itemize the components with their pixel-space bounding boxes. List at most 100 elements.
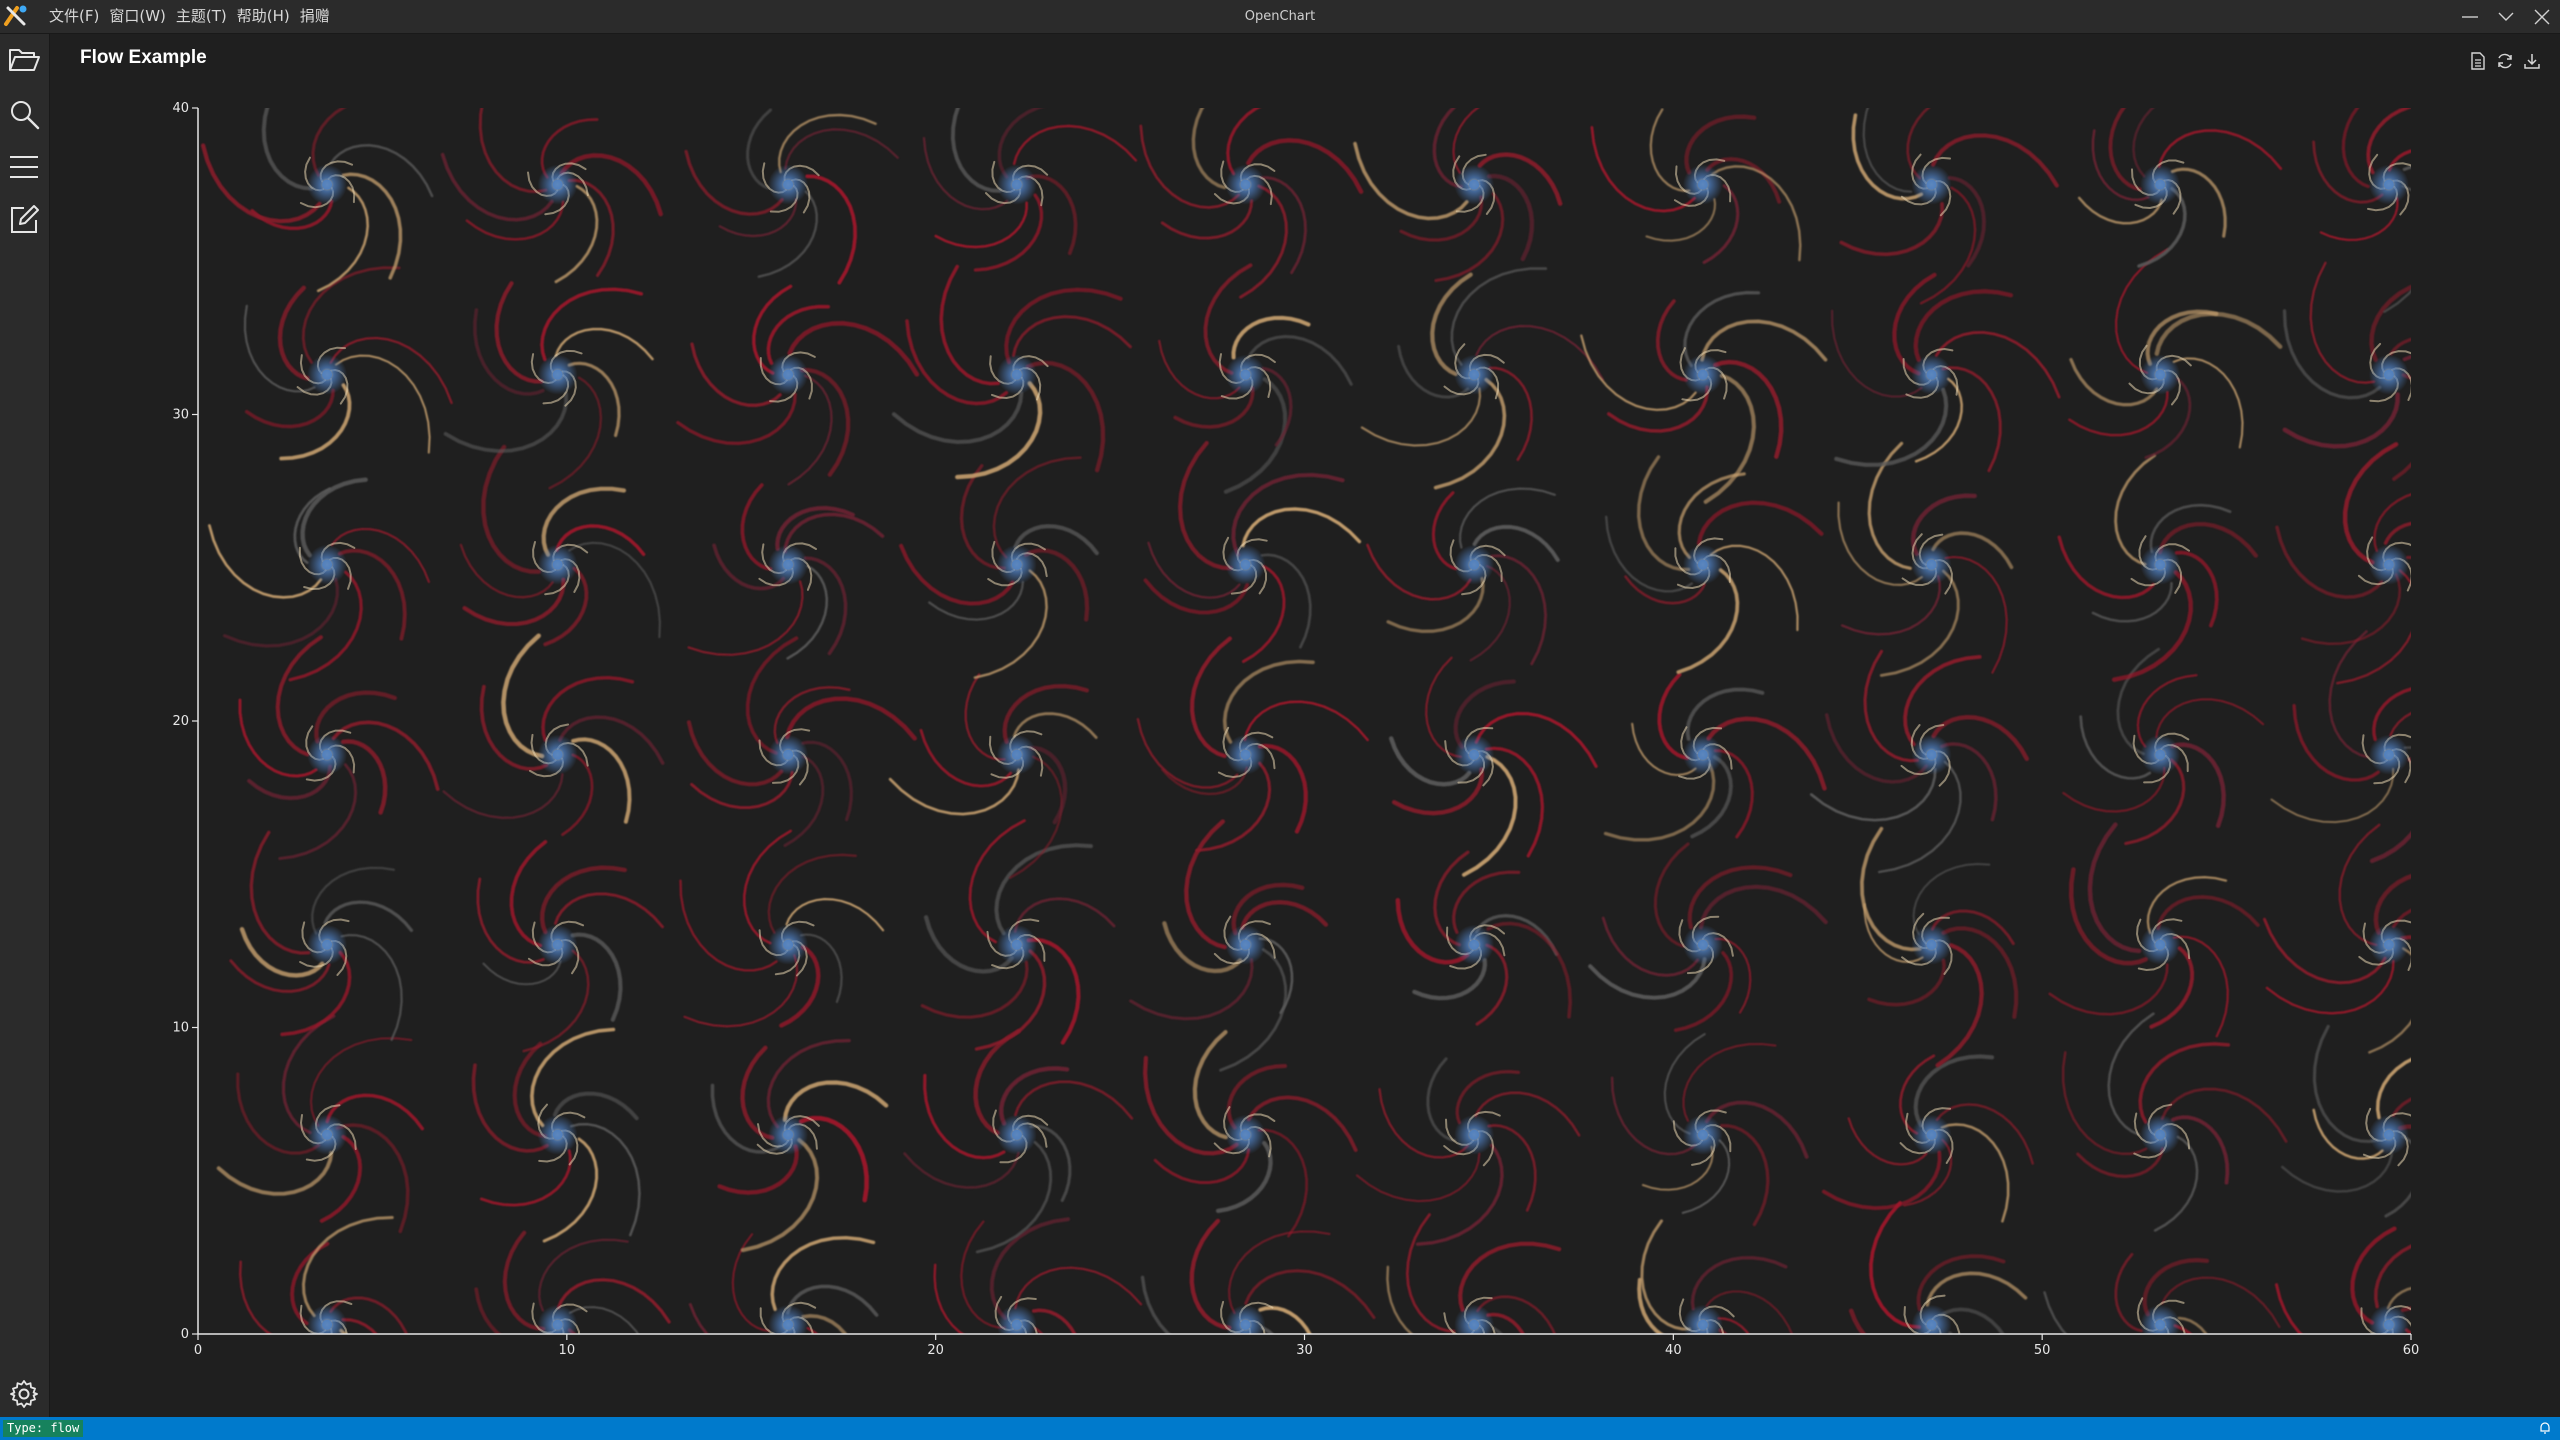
vortex-center bbox=[552, 749, 563, 760]
vortex-center bbox=[1697, 369, 1708, 380]
streamline bbox=[1147, 1337, 1253, 1400]
flow-chart[interactable]: 0 10 20 30 40 50 60 0 10 20 30 40 bbox=[50, 34, 2560, 1417]
download-icon bbox=[2523, 53, 2540, 69]
streamline bbox=[1399, 1340, 1476, 1364]
app-logo-icon bbox=[4, 5, 27, 26]
x-tick-label: 50 bbox=[2034, 1343, 2051, 1358]
settings-button[interactable] bbox=[4, 1374, 44, 1414]
window-controls bbox=[2452, 0, 2560, 33]
sidebar-item-open-folder[interactable] bbox=[4, 40, 44, 80]
title-bar: 文件(F) 窗口(W) 主题(T) 帮助(H) 捐赠 OpenChart bbox=[0, 0, 2560, 34]
view-data-button[interactable] bbox=[2467, 50, 2488, 71]
vortex-center bbox=[1240, 939, 1251, 950]
vortex-center bbox=[2383, 1319, 2394, 1330]
window-title: OpenChart bbox=[1244, 9, 1316, 24]
vortex-center bbox=[1240, 1129, 1251, 1140]
vortex-center bbox=[1697, 1319, 1708, 1330]
vortex-center bbox=[1926, 939, 1937, 950]
vortex-center bbox=[2155, 559, 2166, 570]
vortex-center bbox=[2383, 939, 2394, 950]
menu-file[interactable]: 文件(F) bbox=[44, 0, 104, 33]
y-tick-label: 0 bbox=[181, 1327, 189, 1342]
vortex-center bbox=[552, 559, 563, 570]
refresh-button[interactable] bbox=[2494, 50, 2515, 71]
vortex-center bbox=[1240, 179, 1251, 190]
gear-icon bbox=[10, 1380, 38, 1408]
vortex-center bbox=[1697, 559, 1708, 570]
chart-toolbar bbox=[2467, 50, 2542, 71]
vortex-center bbox=[1011, 369, 1022, 380]
vortex-center bbox=[783, 939, 794, 950]
maximize-button[interactable] bbox=[2488, 0, 2524, 33]
menu-window[interactable]: 窗口(W) bbox=[104, 0, 171, 33]
vortex-center bbox=[552, 1129, 563, 1140]
x-tick-label: 30 bbox=[1296, 1343, 1313, 1358]
menu-icon bbox=[10, 156, 38, 178]
streamline bbox=[2403, 746, 2411, 749]
vortex-center bbox=[1011, 1319, 1022, 1330]
sidebar-item-search[interactable] bbox=[4, 94, 44, 134]
y-tick-label: 10 bbox=[172, 1021, 189, 1036]
vortex-center bbox=[783, 1319, 794, 1330]
vortex-center bbox=[1469, 1319, 1480, 1330]
vortex-center bbox=[322, 179, 333, 190]
vortex-center bbox=[1469, 369, 1480, 380]
vortex-center bbox=[322, 369, 333, 380]
vortex-center bbox=[2155, 369, 2166, 380]
document-icon bbox=[2470, 51, 2485, 70]
streamline bbox=[1718, 1328, 1728, 1334]
streamline bbox=[2406, 555, 2411, 560]
menu-donate[interactable]: 捐赠 bbox=[295, 0, 335, 33]
minimize-button[interactable] bbox=[2452, 0, 2488, 33]
vortex-center bbox=[1926, 1319, 1937, 1330]
streamline bbox=[688, 1345, 794, 1383]
streamline bbox=[1260, 1325, 1275, 1334]
streamline bbox=[339, 1328, 348, 1334]
vortex-center bbox=[1926, 369, 1937, 380]
streamline bbox=[2173, 1324, 2193, 1334]
refresh-icon bbox=[2497, 53, 2512, 68]
menu-help[interactable]: 帮助(H) bbox=[232, 0, 295, 33]
vortex-center bbox=[1697, 179, 1708, 190]
vortex-center bbox=[1926, 1129, 1937, 1140]
vortex-center bbox=[783, 559, 794, 570]
streamline bbox=[236, 1342, 340, 1402]
download-button[interactable] bbox=[2521, 50, 2542, 71]
edit-icon bbox=[11, 205, 39, 233]
sidebar-item-edit[interactable] bbox=[4, 200, 44, 240]
vortex-center bbox=[322, 559, 333, 570]
streamline bbox=[467, 1339, 562, 1376]
close-button[interactable] bbox=[2524, 0, 2560, 33]
status-type-badge: Type: flow bbox=[3, 1420, 84, 1437]
vortex-center bbox=[1926, 749, 1937, 760]
streamline bbox=[2298, 1345, 2394, 1376]
vortex-center bbox=[2383, 749, 2394, 760]
vortex-center bbox=[1011, 1129, 1022, 1140]
vortex-center bbox=[1469, 1129, 1480, 1140]
vortex-center bbox=[783, 749, 794, 760]
vortex-center bbox=[552, 179, 563, 190]
vortex-center bbox=[1240, 369, 1251, 380]
streamline bbox=[1034, 1327, 1044, 1334]
streamline bbox=[2402, 354, 2411, 362]
status-bar: Type: flow bbox=[0, 1417, 2560, 1440]
y-tick-label: 30 bbox=[172, 408, 189, 423]
vortex-center bbox=[1697, 749, 1708, 760]
menu-theme[interactable]: 主题(T) bbox=[171, 0, 232, 33]
vortex-center bbox=[552, 939, 563, 950]
streamline bbox=[1492, 1326, 1504, 1334]
sidebar-item-list[interactable] bbox=[4, 147, 44, 187]
vortex-center bbox=[322, 939, 333, 950]
chart-panel: 0 10 20 30 40 50 60 0 10 20 30 40 Flow Example bbox=[50, 34, 2560, 1417]
vortex-center bbox=[1011, 179, 1022, 190]
vortex-center bbox=[1469, 559, 1480, 570]
vortex-center bbox=[1469, 179, 1480, 190]
vortex-center bbox=[322, 749, 333, 760]
vortex-center bbox=[2383, 559, 2394, 570]
folder-open-icon bbox=[9, 49, 40, 71]
x-tick-label: 10 bbox=[559, 1343, 576, 1358]
vortex-center bbox=[322, 1319, 333, 1330]
notification-icon[interactable] bbox=[2538, 1421, 2552, 1435]
x-tick-label: 40 bbox=[1665, 1343, 1682, 1358]
y-tick-label: 20 bbox=[172, 714, 189, 729]
